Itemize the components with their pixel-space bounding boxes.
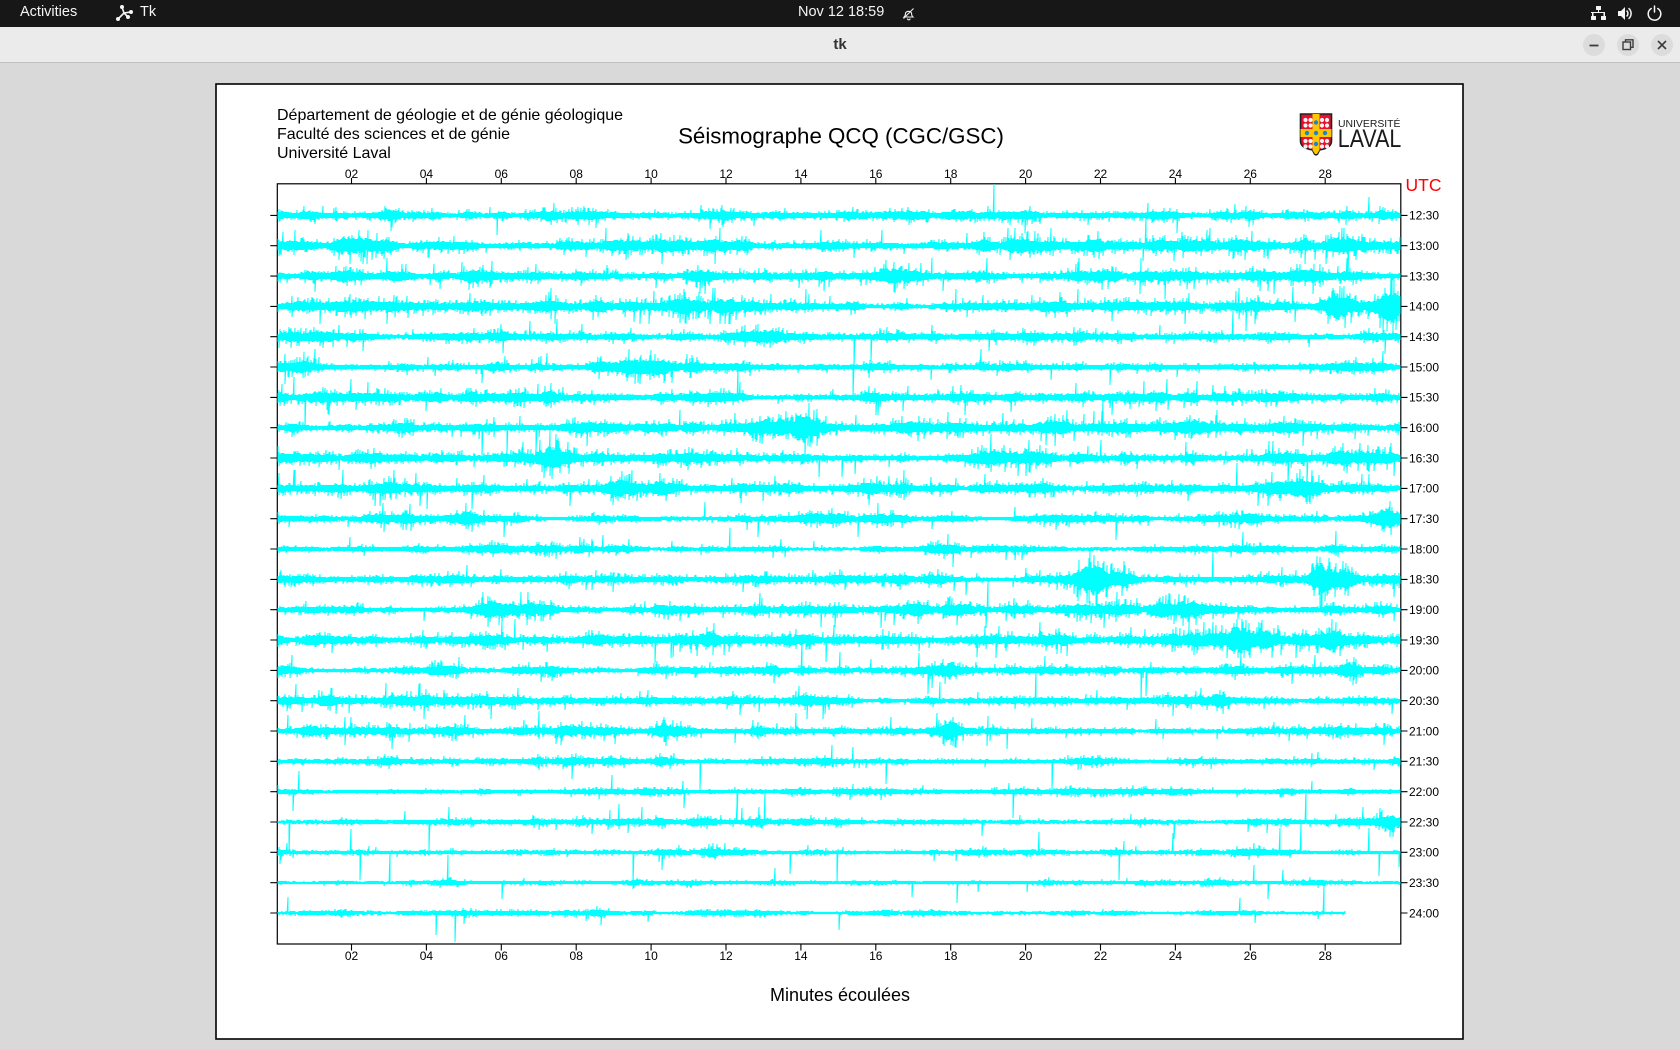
svg-text:17:30: 17:30 <box>1409 512 1439 526</box>
svg-text:12:30: 12:30 <box>1409 209 1439 223</box>
svg-text:12: 12 <box>719 949 733 963</box>
svg-text:18: 18 <box>944 949 958 963</box>
svg-text:20:00: 20:00 <box>1409 664 1439 678</box>
svg-text:20:30: 20:30 <box>1409 694 1439 708</box>
svg-text:Faculté des sciences et de gén: Faculté des sciences et de génie <box>277 126 510 143</box>
svg-text:16:00: 16:00 <box>1409 421 1439 435</box>
svg-text:28: 28 <box>1319 949 1333 963</box>
svg-text:16:30: 16:30 <box>1409 451 1439 465</box>
svg-text:13:00: 13:00 <box>1409 239 1439 253</box>
svg-text:LAVAL: LAVAL <box>1338 125 1402 153</box>
svg-text:04: 04 <box>420 949 434 963</box>
svg-text:24: 24 <box>1169 949 1183 963</box>
svg-text:22:30: 22:30 <box>1409 815 1439 829</box>
svg-text:Département de géologie et de: Département de géologie et de génie géol… <box>277 107 623 124</box>
svg-text:15:30: 15:30 <box>1409 391 1439 405</box>
svg-text:15:00: 15:00 <box>1409 360 1439 374</box>
svg-text:23:00: 23:00 <box>1409 846 1439 860</box>
svg-text:Minutes écoulées: Minutes écoulées <box>770 985 910 1005</box>
svg-text:UTC: UTC <box>1406 175 1442 195</box>
svg-text:06: 06 <box>495 949 509 963</box>
svg-text:22: 22 <box>1094 949 1108 963</box>
svg-text:14:00: 14:00 <box>1409 300 1439 314</box>
svg-text:19:30: 19:30 <box>1409 633 1439 647</box>
svg-text:08: 08 <box>570 949 584 963</box>
svg-text:26: 26 <box>1244 949 1258 963</box>
svg-text:Université Laval: Université Laval <box>277 145 391 162</box>
svg-text:22:00: 22:00 <box>1409 785 1439 799</box>
svg-text:14: 14 <box>794 949 808 963</box>
svg-text:10: 10 <box>644 949 658 963</box>
svg-text:02: 02 <box>345 949 359 963</box>
svg-text:18:30: 18:30 <box>1409 573 1439 587</box>
svg-text:14:30: 14:30 <box>1409 330 1439 344</box>
svg-text:21:30: 21:30 <box>1409 755 1439 769</box>
svg-text:20: 20 <box>1019 949 1033 963</box>
svg-text:Séismographe QCQ (CGC/GSC): Séismographe QCQ (CGC/GSC) <box>678 124 1004 149</box>
svg-text:13:30: 13:30 <box>1409 269 1439 283</box>
svg-text:19:00: 19:00 <box>1409 603 1439 617</box>
svg-text:21:00: 21:00 <box>1409 724 1439 738</box>
svg-text:16: 16 <box>869 949 883 963</box>
svg-text:23:30: 23:30 <box>1409 876 1439 890</box>
svg-text:24:00: 24:00 <box>1409 906 1439 920</box>
svg-text:18:00: 18:00 <box>1409 542 1439 556</box>
svg-text:17:00: 17:00 <box>1409 482 1439 496</box>
